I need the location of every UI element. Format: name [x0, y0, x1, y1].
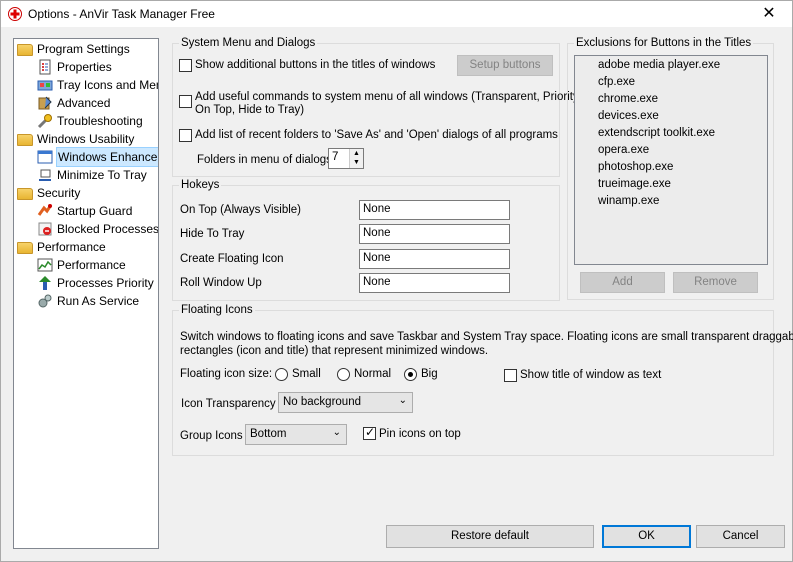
transparency-value: No background	[283, 396, 361, 408]
chevron-down-icon: ⌄	[398, 395, 407, 406]
anvir-app-icon	[8, 7, 22, 21]
tree-item-troubleshooting[interactable]: Troubleshooting	[37, 112, 143, 130]
tree-item-advanced[interactable]: Advanced	[37, 94, 110, 112]
tray-icons-icon	[37, 80, 53, 91]
floating-description-line2: rectangles (icon and title) that represe…	[180, 345, 489, 357]
size-normal-label: Normal	[354, 368, 392, 380]
recent-folders-checkbox[interactable]	[179, 129, 192, 142]
show-title-label: Show title of window as text	[520, 369, 662, 381]
folders-count-label: Folders in menu of dialogs:	[197, 154, 336, 166]
list-item[interactable]: opera.exe	[598, 144, 649, 156]
list-item[interactable]: winamp.exe	[598, 195, 659, 207]
title-bar: Options - AnVir Task Manager Free ✕	[0, 0, 793, 27]
blocked-processes-icon	[38, 222, 52, 236]
chevron-down-icon: ⌄	[332, 427, 341, 438]
group-icons-label: Group Icons	[180, 430, 243, 442]
tree-item-windows-enhancements[interactable]: Windows Enhancements	[37, 147, 158, 167]
folders-count-value: 7	[332, 151, 339, 163]
startup-guard-icon	[37, 204, 53, 216]
cancel-button[interactable]: Cancel	[696, 525, 785, 548]
windows-enhancements-icon	[37, 150, 53, 164]
folder-icon	[17, 44, 33, 56]
show-title-checkbox[interactable]	[504, 369, 517, 382]
system-menu-legend: System Menu and Dialogs	[181, 37, 316, 49]
list-item[interactable]: photoshop.exe	[598, 161, 673, 173]
tree-item-properties[interactable]: Properties	[37, 58, 112, 76]
hotkey-on-top-field[interactable]: None	[359, 200, 510, 220]
folder-icon	[17, 188, 33, 200]
size-normal-radio[interactable]	[337, 368, 350, 381]
hotkey-roll-up-field[interactable]: None	[359, 273, 510, 293]
folders-count-spinner[interactable]: 7 ▲ ▼	[328, 148, 364, 169]
hotkey-roll-up-label: Roll Window Up	[180, 277, 262, 289]
ok-button[interactable]: OK	[602, 525, 691, 548]
performance-icon	[37, 258, 53, 272]
list-item[interactable]: trueimage.exe	[598, 178, 671, 190]
close-window-button[interactable]: ✕	[746, 1, 792, 28]
minimize-tray-icon	[39, 169, 51, 181]
advanced-icon	[38, 96, 52, 110]
group-icons-value: Bottom	[250, 428, 287, 440]
transparency-label: Icon Transparency	[181, 398, 276, 410]
size-small-label: Small	[292, 368, 321, 380]
add-exclusion-button[interactable]: Add	[580, 272, 665, 293]
show-buttons-label: Show additional buttons in the titles of…	[195, 59, 436, 71]
processes-priority-icon	[39, 276, 51, 290]
window-title: Options - AnVir Task Manager Free	[28, 7, 215, 21]
pin-icons-checkbox[interactable]	[363, 425, 376, 440]
add-commands-label-line1: Add useful commands to system menu of al…	[195, 91, 582, 103]
list-item[interactable]: devices.exe	[598, 110, 659, 122]
hotkeys-legend: Hokeys	[181, 179, 220, 191]
hotkey-on-top-label: On Top (Always Visible)	[180, 204, 302, 216]
properties-icon	[39, 59, 51, 75]
floating-description-line1: Switch windows to floating icons and sav…	[180, 331, 793, 343]
troubleshooting-icon	[37, 114, 52, 129]
list-item[interactable]: adobe media player.exe	[598, 59, 720, 71]
size-big-radio[interactable]	[404, 368, 417, 381]
tree-item-run-as-service[interactable]: Run As Service	[37, 292, 139, 310]
list-item[interactable]: cfp.exe	[598, 76, 635, 88]
tree-item-processes-priority[interactable]: Processes Priority	[37, 274, 154, 292]
tree-item-performance-folder[interactable]: Performance	[17, 238, 106, 256]
floating-icons-legend: Floating Icons	[181, 304, 253, 316]
tree-item-performance[interactable]: Performance	[37, 256, 126, 274]
folder-icon	[17, 134, 33, 146]
add-commands-checkbox[interactable]	[179, 95, 192, 108]
add-commands-label-line2: On Top, Hide to Tray)	[195, 104, 305, 116]
hotkey-floating-icon-field[interactable]: None	[359, 249, 510, 269]
exclusions-legend: Exclusions for Buttons in the Titles	[576, 37, 752, 49]
list-item[interactable]: chrome.exe	[598, 93, 658, 105]
options-tree[interactable]: Program Settings Properties Tray Icons a…	[13, 38, 159, 549]
tree-item-blocked-processes[interactable]: Blocked Processes	[37, 220, 158, 238]
folder-icon	[17, 242, 33, 254]
group-icons-dropdown[interactable]: Bottom ⌄	[245, 424, 347, 445]
dialog-client-area: Program Settings Properties Tray Icons a…	[0, 27, 793, 562]
spin-down-icon[interactable]: ▼	[349, 158, 363, 168]
tree-item-program-settings[interactable]: Program Settings	[17, 40, 130, 58]
hotkey-hide-tray-label: Hide To Tray	[180, 228, 245, 240]
tree-item-security[interactable]: Security	[17, 184, 80, 202]
size-big-label: Big	[421, 368, 438, 380]
list-item[interactable]: extendscript toolkit.exe	[598, 127, 715, 139]
tree-item-tray-icons[interactable]: Tray Icons and Menu	[37, 76, 158, 94]
size-small-radio[interactable]	[275, 368, 288, 381]
remove-exclusion-button[interactable]: Remove	[673, 272, 758, 293]
show-buttons-checkbox[interactable]	[179, 59, 192, 72]
restore-default-button[interactable]: Restore default	[386, 525, 594, 548]
recent-folders-label: Add list of recent folders to 'Save As' …	[195, 129, 558, 141]
run-as-service-icon	[38, 294, 52, 308]
exclusions-list[interactable]: adobe media player.exe cfp.exe chrome.ex…	[574, 55, 768, 265]
setup-buttons-button[interactable]: Setup buttons	[457, 55, 553, 76]
pin-icons-label: Pin icons on top	[379, 428, 461, 440]
tree-item-windows-usability[interactable]: Windows Usability	[17, 130, 134, 148]
transparency-dropdown[interactable]: No background ⌄	[278, 392, 413, 413]
tree-item-minimize-to-tray[interactable]: Minimize To Tray	[37, 166, 147, 184]
tree-item-startup-guard[interactable]: Startup Guard	[37, 202, 132, 220]
icon-size-label: Floating icon size:	[180, 368, 273, 380]
hotkey-hide-tray-field[interactable]: None	[359, 224, 510, 244]
hotkey-floating-icon-label: Create Floating Icon	[180, 253, 284, 265]
